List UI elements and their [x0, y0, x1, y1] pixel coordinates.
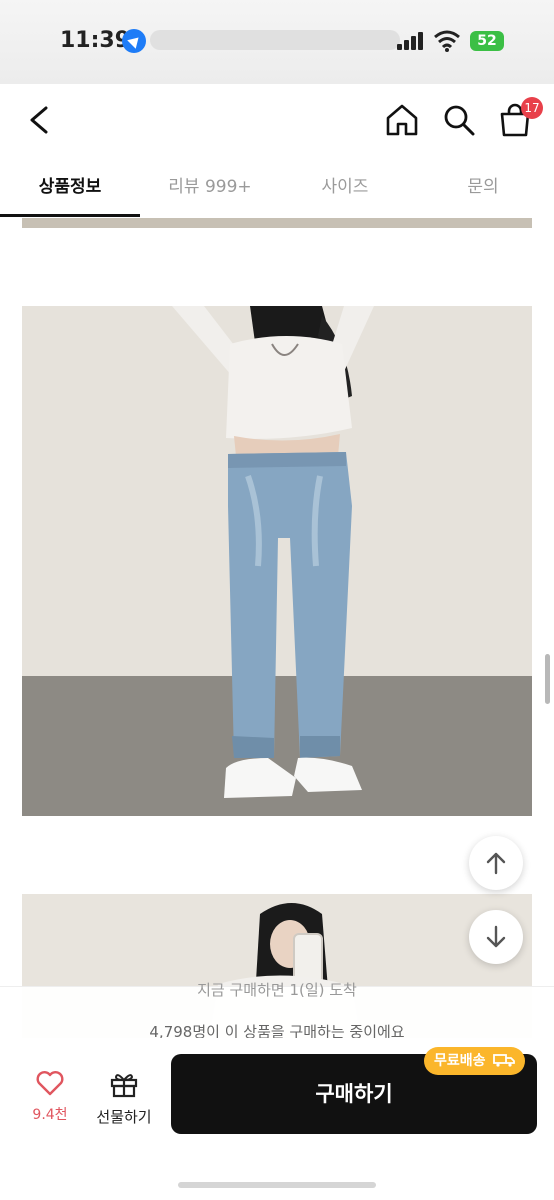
cart-count-badge: 17 — [521, 97, 543, 119]
tab-size[interactable]: 사이즈 — [300, 172, 390, 197]
back-icon[interactable] — [22, 102, 58, 138]
previous-image-edge — [22, 218, 532, 228]
wifi-icon — [434, 30, 460, 52]
delivery-eta-text: 지금 구매하면 1(일) 도착 — [197, 981, 357, 999]
free-shipping-label: 무료배송 — [434, 1053, 486, 1069]
tab-product-info[interactable]: 상품정보 — [20, 172, 120, 197]
home-icon[interactable] — [383, 101, 421, 139]
status-bar: 11:39 52 — [0, 0, 554, 84]
home-indicator — [178, 1182, 376, 1188]
scrollbar[interactable] — [545, 654, 550, 704]
gift-label: 선물하기 — [96, 1108, 152, 1126]
product-detail-content — [0, 218, 554, 1038]
gift-button[interactable]: 선물하기 — [92, 1070, 156, 1127]
scroll-up-button[interactable] — [469, 836, 523, 890]
free-shipping-badge: 무료배송 — [424, 1047, 526, 1075]
tab-reviews[interactable]: 리뷰 999+ — [150, 172, 270, 197]
dynamic-island — [150, 30, 400, 50]
active-tab-indicator — [0, 214, 140, 217]
location-icon — [122, 29, 146, 53]
scroll-down-button[interactable] — [469, 910, 523, 964]
tab-inquiry[interactable]: 문의 — [440, 172, 526, 197]
heart-icon — [36, 1071, 64, 1096]
gift-icon — [110, 1074, 138, 1098]
search-icon[interactable] — [440, 101, 478, 139]
product-tabs: 상품정보 리뷰 999+ 사이즈 문의 — [0, 156, 554, 219]
like-count: 9.4천 — [32, 1107, 68, 1123]
top-nav — [0, 84, 554, 156]
bottom-action-bar: 9.4천 선물하기 구매하기 무료배송 — [0, 1038, 554, 1200]
truck-icon — [493, 1054, 516, 1067]
signal-icon — [397, 32, 427, 50]
like-button[interactable]: 9.4천 — [24, 1070, 76, 1124]
status-time: 11:39 — [60, 28, 131, 53]
product-photo-jeans — [22, 306, 532, 816]
battery-indicator: 52 — [470, 31, 504, 51]
